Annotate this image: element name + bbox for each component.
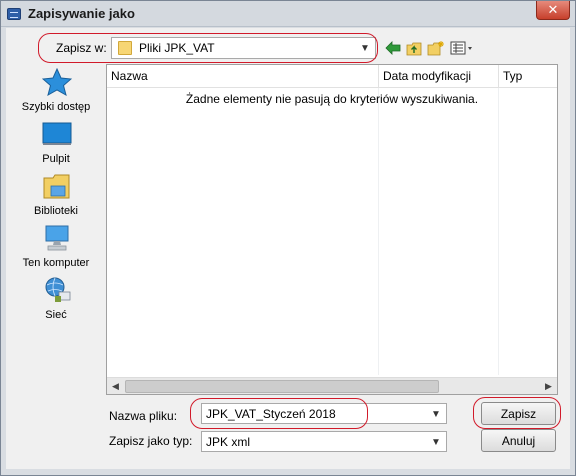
column-header-date-modified[interactable]: Data modyfikacji <box>379 65 499 88</box>
place-quick-access[interactable]: Szybki dostęp <box>6 67 106 120</box>
column-header-type[interactable]: Typ <box>499 65 557 88</box>
annotation-highlight-save-in <box>38 33 378 63</box>
scroll-right-icon[interactable]: ▶ <box>540 378 557 395</box>
filetype-value: JPK xml <box>206 435 251 449</box>
dialog-body: Zapisz w: Pliki JPK_VAT ▼ Szybki dostęp … <box>6 28 570 469</box>
scrollbar-thumb[interactable] <box>125 380 439 393</box>
this-pc-icon <box>42 224 72 252</box>
file-list[interactable]: Nazwa Data modyfikacji Typ Żadne element… <box>106 64 558 395</box>
new-folder-icon[interactable] <box>426 39 446 57</box>
save-as-dialog: Zapisywanie jako ✕ Zapisz w: Pliki JPK_V… <box>0 0 576 476</box>
close-button[interactable]: ✕ <box>536 1 570 20</box>
quick-access-star-icon <box>41 67 73 97</box>
place-label: Ten komputer <box>22 257 90 269</box>
annotation-highlight-save-button <box>473 397 561 429</box>
window-title: Zapisywanie jako <box>28 6 135 21</box>
place-network[interactable]: Sieć <box>6 276 106 328</box>
empty-results-message: Żadne elementy nie pasują do kryteriów w… <box>185 92 479 106</box>
place-label: Pulpit <box>42 153 70 165</box>
up-folder-icon[interactable] <box>404 39 424 57</box>
desktop-icon <box>42 120 72 148</box>
chevron-down-icon[interactable]: ▼ <box>426 432 446 452</box>
title-bar[interactable]: Zapisywanie jako ✕ <box>1 1 575 27</box>
filetype-label: Zapisz jako typ: <box>109 434 193 448</box>
column-divider <box>378 88 379 375</box>
place-this-pc[interactable]: Ten komputer <box>6 224 106 276</box>
app-icon <box>7 8 21 20</box>
place-label: Szybki dostęp <box>21 101 91 113</box>
place-label: Biblioteki <box>33 205 79 217</box>
back-arrow-icon[interactable] <box>383 39 403 57</box>
filename-label: Nazwa pliku: <box>109 409 178 423</box>
cancel-button[interactable]: Anuluj <box>481 429 556 452</box>
chevron-down-icon[interactable]: ▼ <box>426 404 446 424</box>
network-icon <box>42 276 72 304</box>
annotation-highlight-filename <box>190 398 368 429</box>
filetype-dropdown[interactable]: JPK xml ▼ <box>201 431 447 452</box>
places-bar: Szybki dostęp Pulpit Biblioteki Ten komp… <box>6 64 106 364</box>
view-menu-icon[interactable] <box>449 39 475 57</box>
horizontal-scrollbar[interactable]: ◀ ▶ <box>107 377 557 394</box>
column-divider <box>498 88 499 375</box>
place-desktop[interactable]: Pulpit <box>6 120 106 172</box>
scroll-left-icon[interactable]: ◀ <box>107 378 124 395</box>
place-label: Sieć <box>45 309 67 321</box>
place-libraries[interactable]: Biblioteki <box>6 172 106 224</box>
libraries-icon <box>42 172 72 200</box>
column-header-name[interactable]: Nazwa <box>107 65 379 88</box>
